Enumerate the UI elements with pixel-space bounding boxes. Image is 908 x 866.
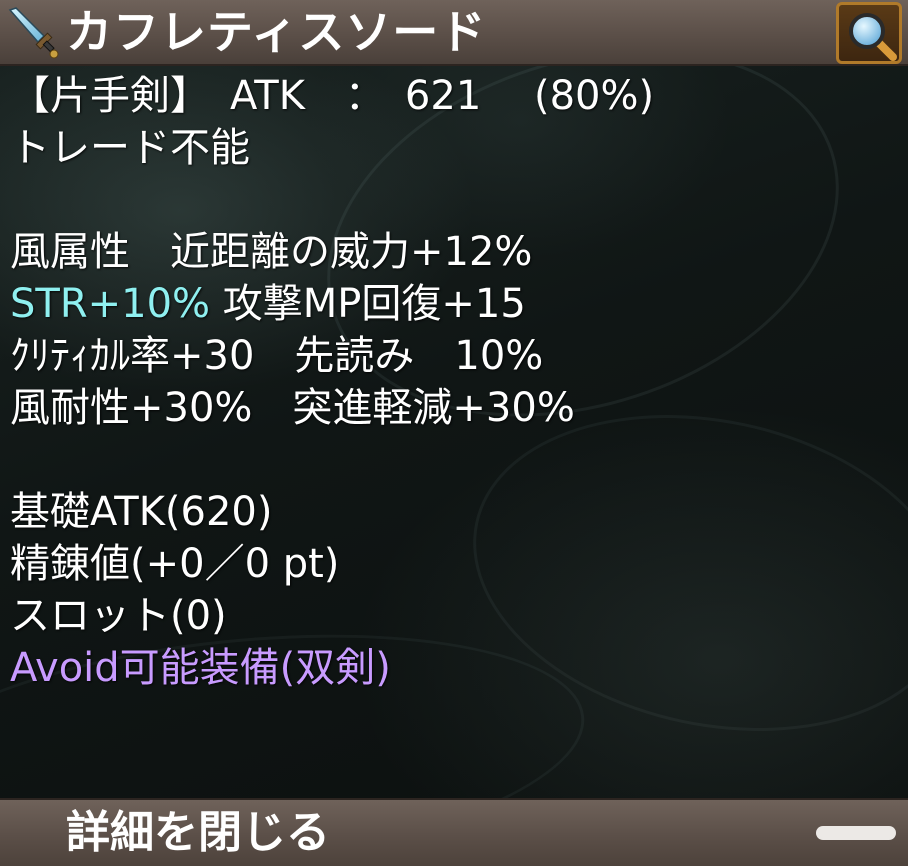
stat-text: 攻撃MP回復+15 [210,281,526,327]
drag-handle-icon[interactable] [816,826,896,840]
avoid-equip-note: Avoid可能装備(双剣) [10,645,391,691]
weapon-type-atk: 【片手剣】 ATK ： 621 (80%) [10,73,655,119]
item-name: カフレティスソード [66,5,487,59]
item-detail-screen: カフレティスソード 【片手剣】 ATK ： 621 (80%) トレード不能 風… [0,0,908,866]
zoom-button[interactable] [836,2,902,64]
sword-icon [6,6,60,60]
stat-line: STR+10% 攻撃MP回復+15 [10,278,526,330]
highlight-stat: STR+10% [10,281,211,327]
stat-line: ｸﾘﾃｨｶﾙ率+30 先読み 10% [10,333,544,379]
stat-line: 風属性 近距離の威力+12% [10,229,533,275]
close-details-label: 詳細を閉じる [66,807,330,858]
stat-line: 風耐性+30% 突進軽減+30% [10,385,575,431]
trade-restriction: トレード不能 [10,125,250,171]
base-atk: 基礎ATK(620) [10,489,273,535]
refine-value: 精錬値(+0／0 pt) [10,541,340,587]
close-details-button[interactable]: 詳細を閉じる [0,798,908,866]
slot-count: スロット(0) [10,593,227,639]
item-title-bar: カフレティスソード [0,0,908,66]
